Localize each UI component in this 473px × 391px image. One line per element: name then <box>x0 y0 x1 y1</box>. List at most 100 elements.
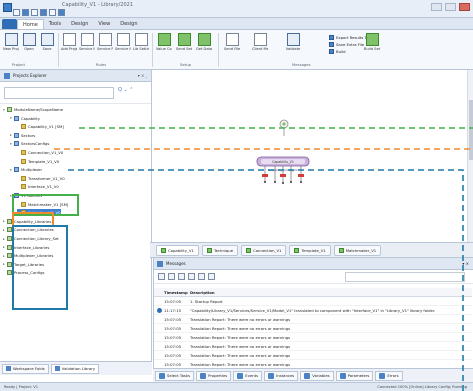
open-quick-icon[interactable] <box>49 9 56 16</box>
projects-explorer-pane: Projects Explorer ▾ × ‸ Q ⌄ ⌃ ▾ ModuleNam… <box>0 70 152 375</box>
top-node[interactable] <box>279 119 289 136</box>
document-icon <box>21 184 26 190</box>
new-quick-icon[interactable] <box>40 9 47 16</box>
minimize-icon[interactable] <box>431 3 442 11</box>
tab-tools[interactable]: Tools <box>44 19 66 29</box>
tree-node[interactable]: Connection_V1_V0 <box>17 149 63 156</box>
print-quick-icon[interactable] <box>58 9 65 16</box>
value-configs-button[interactable]: Value Configs <box>156 33 172 51</box>
tab-validation-library[interactable]: Validation Library <box>50 363 100 374</box>
tab-view[interactable]: View <box>93 19 115 29</box>
message-row[interactable]: 15:07:05 Translation Report: There were n… <box>154 333 472 342</box>
bottom-tab[interactable]: Select Tasks <box>155 370 195 381</box>
build-settings-button[interactable]: Build Settings <box>364 33 380 51</box>
tab-design[interactable]: Design <box>66 19 93 29</box>
group-label-project: Project <box>12 62 25 67</box>
ribbon-tabs: Home Tools Design View Design <box>0 18 473 30</box>
doc-tab-template[interactable]: Template_V1 <box>289 244 331 256</box>
send-files-button[interactable]: Send Files <box>224 33 240 51</box>
explorer-pane-controls[interactable]: ▾ × ‸ <box>138 73 147 78</box>
message-description: Translation Report: There were no errors… <box>190 352 291 358</box>
warning-filter-icon[interactable] <box>198 273 205 280</box>
timestamp-column-header[interactable]: Timestamp <box>164 290 190 295</box>
get-datafiles-button[interactable]: Get Datafiles <box>196 33 212 51</box>
module-button[interactable]: Service Module <box>115 33 131 51</box>
tree-node[interactable]: Transformer_V1_V0 <box>17 175 65 182</box>
tree-node[interactable]: Interface_V1_V0 <box>17 183 59 190</box>
redo-quick-icon[interactable] <box>31 9 38 16</box>
message-row[interactable]: 11:17:15 "Capability/Library_V1/Services/… <box>154 306 472 315</box>
doc-tab-connection[interactable]: Connection_V1 <box>241 244 287 256</box>
tab-home[interactable]: Home <box>17 18 44 29</box>
status-left: Ready | Project: V1 <box>4 385 39 389</box>
tree-node[interactable]: ▾ Multiplexer <box>10 166 42 173</box>
tree-node[interactable]: Template_V1_V0 <box>17 158 59 165</box>
tab-design-2[interactable]: Design <box>115 19 142 29</box>
tree-node[interactable]: ▾ SectorsConfigs <box>10 140 49 147</box>
tree-node[interactable]: ▾ ModuleName/ScopeName <box>3 106 63 113</box>
bottom-tab[interactable]: Parameters <box>335 370 374 381</box>
tree-node[interactable]: ▾ Capability <box>10 115 40 122</box>
messages-table: Timestamp Description 15:07:05 1. Startup… <box>154 288 472 369</box>
save-button[interactable]: Save <box>39 33 55 51</box>
message-description: Translation Report: There were no errors… <box>190 325 291 331</box>
message-description: Translation Report: There were no errors… <box>190 343 291 349</box>
message-description: Translation Report: There were no errors… <box>190 316 291 322</box>
description-column-header[interactable]: Description <box>190 290 472 295</box>
tab-workspace-folds[interactable]: Workspace Folds <box>2 363 49 374</box>
undo-quick-icon[interactable] <box>22 9 29 16</box>
bottom-tab[interactable]: Events <box>233 370 263 381</box>
explorer-search-row: Q ⌄ ⌃ <box>0 82 151 104</box>
canvas-scrollbar[interactable] <box>467 70 473 242</box>
folder-icon <box>14 115 19 121</box>
diagram-canvas[interactable]: Capability_V1 Capability_Config_V1 <box>153 70 473 242</box>
open-button[interactable]: Open <box>21 33 37 51</box>
bottom-tab[interactable]: Errors <box>375 370 403 381</box>
message-timestamp: 11:17:15 <box>164 307 182 313</box>
canvas-scroll-thumb[interactable] <box>469 100 473 160</box>
client-messages-button[interactable]: Client Messages <box>252 33 268 51</box>
bottom-panel-tabs: Select Tasks Properties Events Instances Var… <box>153 368 473 382</box>
tree-node-label: Transformer_V1_V0 <box>28 175 65 181</box>
bottom-tab[interactable]: Variables <box>300 370 334 381</box>
add-project-icon <box>62 33 76 46</box>
message-row[interactable]: 15:07:05 Translation Report: There were n… <box>154 324 472 333</box>
doc-tab-technique[interactable]: Technique <box>201 244 239 256</box>
save-quick-icon[interactable] <box>13 9 20 16</box>
validate-button[interactable]: Validate <box>285 33 301 51</box>
bottom-tab[interactable]: Properties <box>196 370 232 381</box>
tree-node[interactable]: Capability_V1 [SM] <box>17 123 64 130</box>
filter-icon[interactable] <box>178 273 185 280</box>
tree-node[interactable]: ▸ Sectors <box>10 132 35 139</box>
doc-tab-capability[interactable]: Capability_V1 <box>156 244 199 256</box>
explorer-search-buttons[interactable]: Q ⌄ ⌃ <box>118 87 134 93</box>
hub-label: Capability_V1 <box>272 160 294 164</box>
error-filter-icon[interactable] <box>188 273 195 280</box>
diagram-svg: Capability_V1 Capability_Config_V1 <box>256 119 310 184</box>
messages-search-input[interactable] <box>345 272 465 282</box>
copy-icon[interactable] <box>168 273 175 280</box>
info-filter-icon[interactable] <box>208 273 215 280</box>
bottom-tab[interactable]: Instances <box>264 370 299 381</box>
instances-icon <box>268 372 275 379</box>
messages-pane-controls[interactable]: ▾ × <box>462 261 469 266</box>
save-extra-icon <box>329 42 334 47</box>
maximize-icon[interactable] <box>445 3 456 11</box>
file-menu-button[interactable] <box>2 18 17 29</box>
service-project-button[interactable]: Service Project <box>97 33 113 51</box>
explorer-search-input[interactable] <box>4 87 114 99</box>
message-row[interactable]: 15:07:05 Translation Report: There were n… <box>154 342 472 351</box>
new-project-button[interactable]: New Project <box>3 33 19 51</box>
clear-icon[interactable] <box>158 273 165 280</box>
message-row[interactable]: 15:07:05 Translation Report: There were n… <box>154 351 472 360</box>
close-icon[interactable] <box>459 3 470 11</box>
service-module-button[interactable]: Service Module <box>79 33 95 51</box>
tree-node-label: Capability <box>21 115 41 121</box>
message-row[interactable]: 15:07:05 Translation Report: There were n… <box>154 315 472 324</box>
hub-component[interactable]: Capability_V1 Capability_Config_V1 <box>256 156 310 184</box>
doc-tab-matchmaker[interactable]: Matchmaker_V1 <box>333 244 382 256</box>
lib-settings-button[interactable]: Lib Settings <box>133 33 149 51</box>
send-settings-button[interactable]: Send Settings <box>176 33 192 51</box>
message-row[interactable]: 15:07:05 1. Startup Report <box>154 297 472 306</box>
add-project-button[interactable]: Add Project <box>61 33 77 51</box>
